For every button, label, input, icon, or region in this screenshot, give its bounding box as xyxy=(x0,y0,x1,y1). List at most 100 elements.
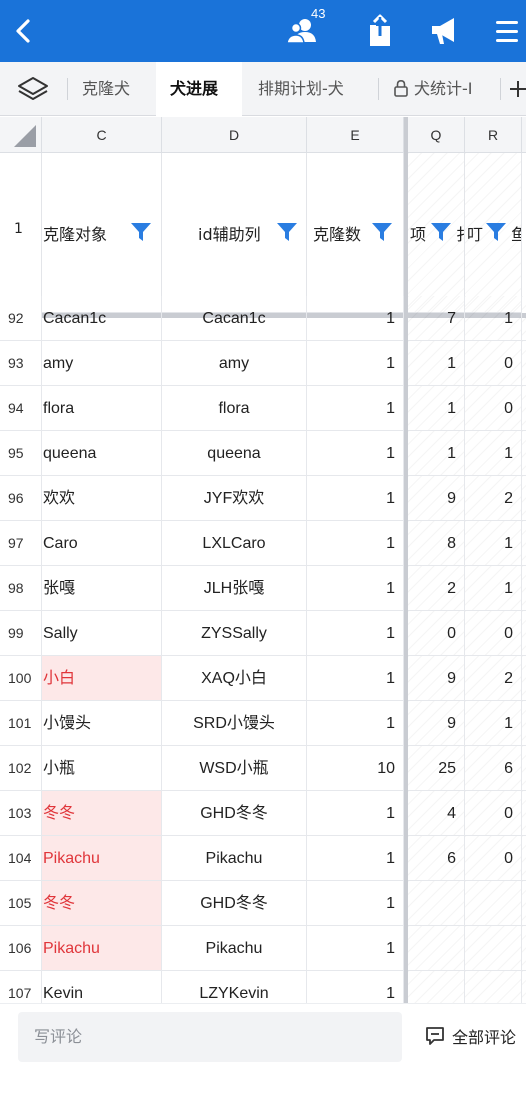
column-q-cell[interactable] xyxy=(408,971,465,1003)
clone-target-cell[interactable]: 小白 xyxy=(42,656,162,701)
column-r-cell[interactable]: 6 xyxy=(465,746,522,791)
row-number-cell[interactable]: 106 xyxy=(0,926,42,971)
filter-icon[interactable] xyxy=(276,221,298,243)
column-q-cell[interactable]: 1 xyxy=(408,431,465,476)
clone-target-cell[interactable]: 小瓶 xyxy=(42,746,162,791)
column-next-cell[interactable] xyxy=(522,386,526,431)
clone-target-cell[interactable]: Pikachu xyxy=(42,836,162,881)
clone-target-cell[interactable]: Cacan1c xyxy=(42,296,162,341)
clone-count-cell[interactable]: 1 xyxy=(307,341,404,386)
column-r-cell[interactable]: 0 xyxy=(465,791,522,836)
header-cell-id-helper[interactable]: id辅助列 xyxy=(162,153,307,313)
frozen-column-divider[interactable] xyxy=(404,117,408,1003)
column-next-cell[interactable] xyxy=(522,971,526,1003)
column-header-q[interactable]: Q xyxy=(408,117,465,153)
id-helper-cell[interactable]: JYF欢欢 xyxy=(162,476,307,521)
column-q-cell[interactable] xyxy=(408,881,465,926)
clone-count-cell[interactable]: 1 xyxy=(307,971,404,1003)
id-helper-cell[interactable]: LXLCaro xyxy=(162,521,307,566)
clone-count-cell[interactable]: 1 xyxy=(307,476,404,521)
column-r-cell[interactable]: 1 xyxy=(465,296,522,341)
clone-target-cell[interactable]: Sally xyxy=(42,611,162,656)
column-r-cell[interactable]: 2 xyxy=(465,476,522,521)
clone-target-cell[interactable]: flora xyxy=(42,386,162,431)
clone-target-cell[interactable]: amy xyxy=(42,341,162,386)
row-number-cell[interactable]: 97 xyxy=(0,521,42,566)
id-helper-cell[interactable]: Pikachu xyxy=(162,836,307,881)
column-r-cell[interactable] xyxy=(465,926,522,971)
comment-input[interactable]: 写评论 xyxy=(18,1012,402,1062)
column-q-cell[interactable]: 25 xyxy=(408,746,465,791)
row-number-cell[interactable]: 100 xyxy=(0,656,42,701)
column-q-cell[interactable]: 9 xyxy=(408,656,465,701)
column-r-cell[interactable]: 0 xyxy=(465,836,522,881)
clone-target-cell[interactable]: Kevin xyxy=(42,971,162,1003)
clone-target-cell[interactable]: 张嘎 xyxy=(42,566,162,611)
clone-target-cell[interactable]: Caro xyxy=(42,521,162,566)
column-next-cell[interactable] xyxy=(522,836,526,881)
clone-count-cell[interactable]: 1 xyxy=(307,566,404,611)
tab-clone-dog[interactable]: 克隆犬 xyxy=(68,62,156,116)
clone-target-cell[interactable]: 冬冬 xyxy=(42,881,162,926)
row-number-cell[interactable]: 99 xyxy=(0,611,42,656)
header-cell-q[interactable]: 项 扌 xyxy=(408,153,465,313)
column-header-e[interactable]: E xyxy=(307,117,404,153)
column-r-cell[interactable]: 0 xyxy=(465,341,522,386)
tab-schedule-plan-dog[interactable]: 排期计划-犬 xyxy=(244,62,378,116)
id-helper-cell[interactable]: flora xyxy=(162,386,307,431)
id-helper-cell[interactable]: GHD冬冬 xyxy=(162,791,307,836)
column-next-cell[interactable] xyxy=(522,521,526,566)
column-next-cell[interactable] xyxy=(522,431,526,476)
share-upload-icon[interactable] xyxy=(365,12,395,50)
row-number-cell[interactable]: 102 xyxy=(0,746,42,791)
column-next-cell[interactable] xyxy=(522,656,526,701)
column-q-cell[interactable]: 2 xyxy=(408,566,465,611)
row-number-cell[interactable]: 96 xyxy=(0,476,42,521)
clone-count-cell[interactable]: 1 xyxy=(307,836,404,881)
clone-count-cell[interactable]: 1 xyxy=(307,791,404,836)
clone-count-cell[interactable]: 10 xyxy=(307,746,404,791)
row-number-cell[interactable]: 98 xyxy=(0,566,42,611)
clone-count-cell[interactable]: 1 xyxy=(307,521,404,566)
clone-target-cell[interactable]: 小馒头 xyxy=(42,701,162,746)
header-cell-clone-count[interactable]: 克隆数 xyxy=(307,153,404,313)
layers-icon[interactable] xyxy=(16,75,50,103)
column-r-cell[interactable]: 0 xyxy=(465,611,522,656)
column-next-cell[interactable] xyxy=(522,611,526,656)
header-cell-clone-target[interactable]: 克隆对象 xyxy=(42,153,162,313)
clone-count-cell[interactable]: 1 xyxy=(307,656,404,701)
column-q-cell[interactable]: 0 xyxy=(408,611,465,656)
id-helper-cell[interactable]: amy xyxy=(162,341,307,386)
column-r-cell[interactable]: 2 xyxy=(465,656,522,701)
column-header-c[interactable]: C xyxy=(42,117,162,153)
back-arrow-icon[interactable] xyxy=(10,15,40,47)
column-r-cell[interactable]: 1 xyxy=(465,521,522,566)
column-r-cell[interactable]: 1 xyxy=(465,566,522,611)
column-next-cell[interactable] xyxy=(522,746,526,791)
column-header-r[interactable]: R xyxy=(465,117,522,153)
clone-count-cell[interactable]: 1 xyxy=(307,926,404,971)
clone-count-cell[interactable]: 1 xyxy=(307,431,404,476)
clone-count-cell[interactable]: 1 xyxy=(307,611,404,656)
column-next-cell[interactable] xyxy=(522,881,526,926)
header-cell-r[interactable]: 叮 鱼 xyxy=(465,153,522,313)
id-helper-cell[interactable]: WSD小瓶 xyxy=(162,746,307,791)
add-sheet-icon[interactable] xyxy=(508,79,526,99)
row-number-cell[interactable]: 105 xyxy=(0,881,42,926)
column-q-cell[interactable]: 7 xyxy=(408,296,465,341)
row-number-cell[interactable]: 101 xyxy=(0,701,42,746)
column-r-cell[interactable] xyxy=(465,971,522,1003)
row-number-cell[interactable]: 104 xyxy=(0,836,42,881)
clone-count-cell[interactable]: 1 xyxy=(307,881,404,926)
id-helper-cell[interactable]: LZYKevin xyxy=(162,971,307,1003)
filter-icon[interactable] xyxy=(371,221,393,243)
clone-count-cell[interactable]: 1 xyxy=(307,701,404,746)
column-next-cell[interactable] xyxy=(522,296,526,341)
column-next-cell[interactable] xyxy=(522,566,526,611)
id-helper-cell[interactable]: Cacan1c xyxy=(162,296,307,341)
select-all-corner[interactable] xyxy=(0,117,42,153)
id-helper-cell[interactable]: Pikachu xyxy=(162,926,307,971)
clone-target-cell[interactable]: Pikachu xyxy=(42,926,162,971)
column-q-cell[interactable]: 9 xyxy=(408,701,465,746)
row-number-cell[interactable]: 103 xyxy=(0,791,42,836)
